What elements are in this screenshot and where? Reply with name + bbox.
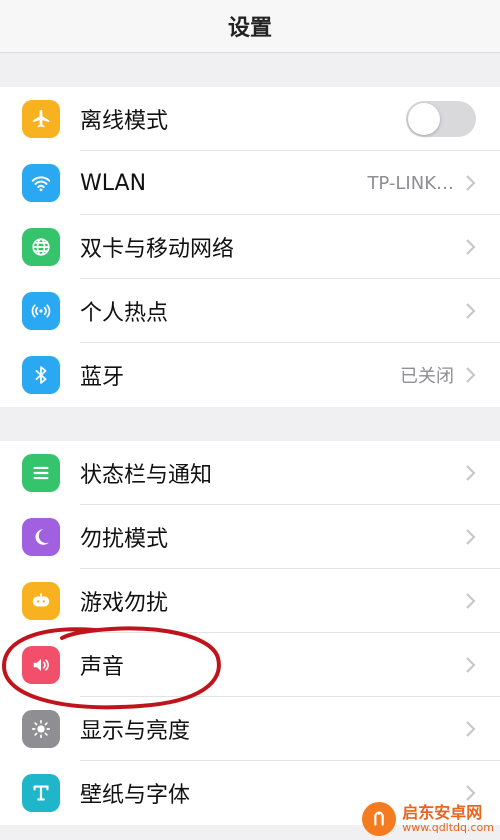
notification-bar-icon [22, 454, 60, 492]
settings-item-game-do-not-disturb[interactable]: 游戏勿扰 [0, 569, 500, 633]
settings-item-label: 壁纸与字体 [80, 783, 191, 808]
chevron-right-icon [466, 657, 476, 673]
chevron-right-icon [466, 303, 476, 319]
hotspot-icon [22, 292, 60, 330]
chevron-right-icon [466, 465, 476, 481]
settings-group-personalization: 状态栏与通知 勿扰模式 游戏勿扰 声音 显示与亮度 壁纸与字体 [0, 441, 500, 825]
airplane-icon [22, 100, 60, 138]
settings-item-label: 蓝牙 [80, 365, 125, 390]
settings-item-dual-sim[interactable]: 双卡与移动网络 [0, 215, 500, 279]
settings-item-label: 勿扰模式 [80, 527, 169, 552]
settings-item-display-brightness[interactable]: 显示与亮度 [0, 697, 500, 761]
chevron-right-icon [466, 721, 476, 737]
page-title: 设置 [227, 16, 272, 41]
settings-item-do-not-disturb[interactable]: 勿扰模式 [0, 505, 500, 569]
chevron-right-icon [466, 367, 476, 383]
settings-item-label: 双卡与移动网络 [80, 237, 235, 262]
settings-item-status-bar-notifications[interactable]: 状态栏与通知 [0, 441, 500, 505]
settings-item-label: 显示与亮度 [80, 719, 191, 744]
chevron-right-icon [466, 239, 476, 255]
wlan-network-value: TP-LINK… [367, 172, 454, 194]
settings-item-wlan[interactable]: WLAN TP-LINK… [0, 151, 500, 215]
globe-icon [22, 228, 60, 266]
moon-icon [22, 518, 60, 556]
nav-bar: 设置 [0, 0, 500, 53]
chevron-right-icon [466, 175, 476, 191]
wifi-icon [22, 164, 60, 202]
settings-item-label: WLAN [80, 170, 147, 196]
settings-item-label: 声音 [80, 655, 125, 680]
settings-item-hotspot[interactable]: 个人热点 [0, 279, 500, 343]
wallpaper-font-icon [22, 774, 60, 812]
settings-item-label: 个人热点 [80, 301, 169, 326]
chevron-right-icon [466, 529, 476, 545]
settings-item-label: 游戏勿扰 [80, 591, 169, 616]
chevron-right-icon [466, 785, 476, 801]
settings-item-bluetooth[interactable]: 蓝牙 已关闭 [0, 343, 500, 407]
gamepad-icon [22, 582, 60, 620]
bluetooth-icon [22, 356, 60, 394]
speaker-icon [22, 646, 60, 684]
settings-item-label: 状态栏与通知 [80, 463, 213, 488]
brightness-icon [22, 710, 60, 748]
toggle-knob [408, 103, 440, 135]
chevron-right-icon [466, 593, 476, 609]
settings-item-label: 离线模式 [80, 109, 169, 134]
airplane-mode-toggle[interactable] [406, 101, 476, 137]
settings-item-wallpaper-font[interactable]: 壁纸与字体 [0, 761, 500, 825]
settings-item-sound[interactable]: 声音 [0, 633, 500, 697]
settings-item-airplane-mode[interactable]: 离线模式 [0, 87, 500, 151]
settings-group-connectivity: 离线模式 WLAN TP-LINK… 双卡与移动网络 个人热点 蓝牙 已关闭 [0, 87, 500, 407]
bluetooth-status-value: 已关闭 [400, 366, 454, 387]
